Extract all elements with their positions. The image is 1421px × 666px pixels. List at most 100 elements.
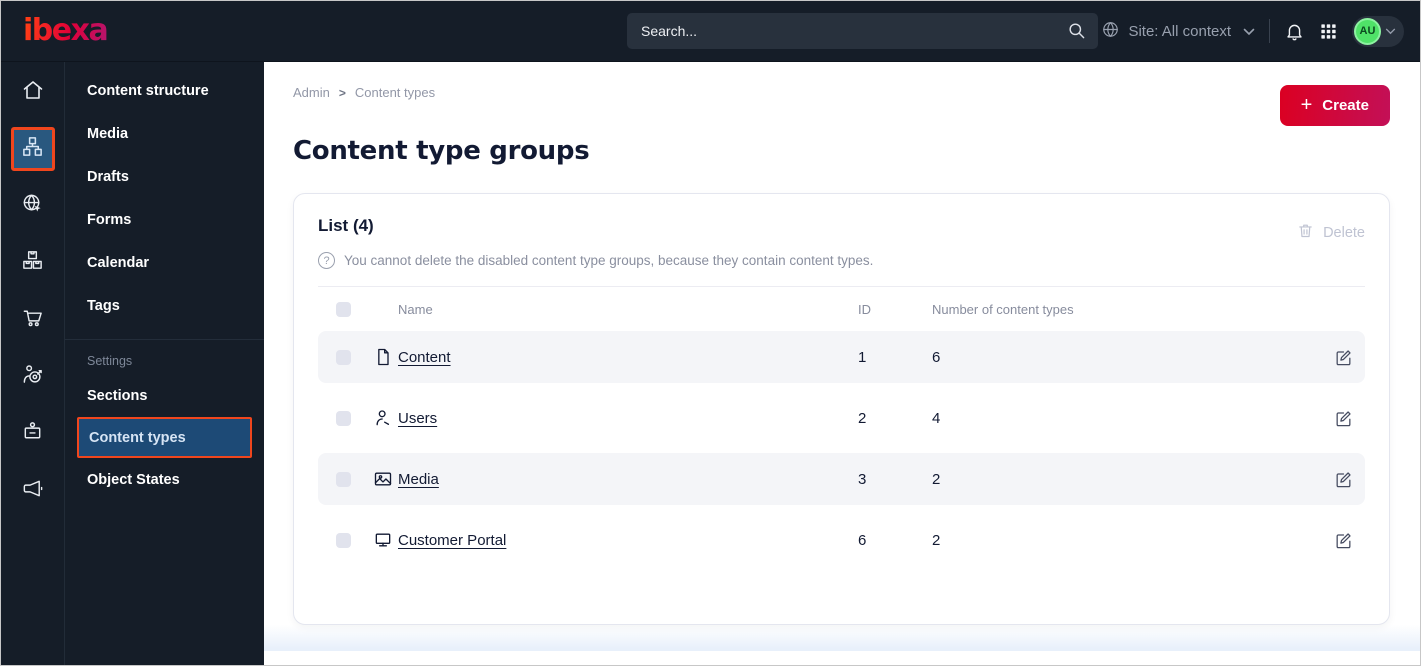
rail-item-admin[interactable]	[11, 412, 55, 456]
rail-item-site[interactable]	[11, 184, 55, 228]
sidebar-item-object-states[interactable]: Object States	[65, 458, 264, 501]
rail-item-dashboard[interactable]	[11, 70, 55, 114]
sidebar-item-label: Forms	[87, 211, 132, 228]
plus-icon: +	[1300, 93, 1313, 116]
breadcrumb-admin[interactable]: Admin	[293, 85, 330, 100]
home-icon	[21, 78, 45, 107]
group-name-link[interactable]: Customer Portal	[398, 532, 506, 549]
sidebar-item-label: Content types	[89, 429, 186, 446]
create-button-label: Create	[1322, 97, 1369, 114]
table-row: Users 2 4	[318, 392, 1365, 444]
group-id-cell: 3	[858, 470, 867, 488]
edit-button[interactable]	[1334, 409, 1353, 428]
topbar-actions: Site: All context AU	[1101, 15, 1404, 47]
file-icon	[368, 347, 398, 367]
content-sidebar: Content structure Media Drafts Forms Cal…	[65, 62, 264, 665]
sidebar-item-forms[interactable]: Forms	[65, 198, 264, 241]
site-context-selector[interactable]: Site: All context	[1101, 20, 1255, 43]
group-id-cell: 2	[858, 409, 867, 427]
edit-button[interactable]	[1334, 348, 1353, 367]
apps-grid-icon[interactable]	[1319, 22, 1338, 41]
group-name-link[interactable]: Users	[398, 410, 437, 427]
sidebar-item-label: Media	[87, 125, 129, 142]
admin-badge-icon	[21, 420, 44, 448]
breadcrumb-content-types[interactable]: Content types	[355, 85, 435, 100]
image-icon	[368, 469, 398, 489]
column-header-count: Number of content types	[932, 301, 1074, 317]
rail-item-commerce[interactable]	[11, 298, 55, 342]
table-row: Content 1 6	[318, 331, 1365, 383]
column-header-name: Name	[398, 301, 433, 317]
commerce-cart-icon	[21, 306, 44, 334]
question-circle-icon: ?	[318, 252, 335, 269]
row-checkbox[interactable]	[335, 471, 351, 487]
top-bar: ibexa Site: All context	[1, 1, 1420, 62]
notifications-bell-icon[interactable]	[1284, 21, 1305, 42]
sidebar-item-label: Drafts	[87, 168, 129, 185]
breadcrumb-separator: >	[338, 85, 346, 100]
delete-button-label: Delete	[1323, 224, 1365, 241]
rail-item-content[interactable]	[10, 127, 55, 171]
group-id-cell: 6	[858, 531, 867, 549]
site-globe-icon	[21, 192, 44, 220]
create-button[interactable]: + Create	[1279, 85, 1390, 126]
monitor-icon	[368, 530, 398, 550]
global-search	[627, 13, 1098, 49]
page-bottom-fade	[264, 625, 1420, 651]
select-all-checkbox[interactable]	[335, 301, 351, 317]
sidebar-item-content-types[interactable]: Content types	[77, 417, 252, 458]
group-count-cell: 6	[932, 348, 941, 366]
row-checkbox[interactable]	[335, 410, 351, 426]
content-type-groups-card: List (4) Delete ? You cannot delete the …	[293, 193, 1390, 625]
group-name-link[interactable]: Content	[398, 349, 451, 366]
rail-item-products[interactable]	[11, 241, 55, 285]
row-checkbox[interactable]	[335, 349, 351, 365]
group-count-cell: 2	[932, 470, 941, 488]
sidebar-section-settings: Settings	[87, 354, 133, 368]
rail-item-campaign[interactable]	[11, 469, 55, 513]
sidebar-item-calendar[interactable]: Calendar	[65, 241, 264, 284]
sidebar-item-drafts[interactable]: Drafts	[65, 155, 264, 198]
sidebar-item-tags[interactable]: Tags	[65, 284, 264, 327]
row-checkbox[interactable]	[335, 532, 351, 548]
campaign-megaphone-icon	[21, 477, 44, 505]
sidebar-item-content-structure[interactable]: Content structure	[65, 69, 264, 112]
search-input[interactable]	[627, 13, 1098, 49]
user-avatar: AU	[1354, 17, 1381, 45]
table-row: Customer Portal 6 2	[318, 514, 1365, 566]
column-header-id: ID	[858, 301, 871, 317]
rail-item-personalization[interactable]	[11, 355, 55, 399]
chevron-down-icon	[1385, 22, 1396, 40]
group-count-cell: 2	[932, 531, 941, 549]
sidebar-item-label: Calendar	[87, 254, 150, 271]
user-icon	[368, 408, 398, 428]
user-menu[interactable]: AU	[1352, 15, 1404, 47]
breadcrumb: Admin > Content types	[293, 85, 1390, 100]
sidebar-item-media[interactable]: Media	[65, 112, 264, 155]
page-title: Content type groups	[293, 136, 590, 166]
chevron-down-icon	[1243, 23, 1255, 40]
sidebar-item-label: Content structure	[87, 82, 209, 99]
edit-button[interactable]	[1334, 470, 1353, 489]
group-name-link[interactable]: Media	[398, 471, 439, 488]
group-count-cell: 4	[932, 409, 941, 427]
info-message: ? You cannot delete the disabled content…	[318, 252, 1365, 269]
table-row: Media 3 2	[318, 453, 1365, 505]
globe-icon	[1101, 20, 1120, 43]
sidebar-item-label: Sections	[87, 387, 148, 404]
site-context-label: Site: All context	[1128, 22, 1231, 40]
sidebar-item-label: Tags	[87, 297, 120, 314]
list-title: List (4)	[318, 216, 374, 235]
delete-button[interactable]: Delete	[1297, 222, 1365, 243]
search-icon	[1067, 21, 1086, 45]
main-nav-rail	[1, 62, 65, 665]
edit-button[interactable]	[1334, 531, 1353, 550]
product-catalog-icon	[21, 249, 44, 277]
personalization-target-icon	[21, 363, 44, 391]
sidebar-item-sections[interactable]: Sections	[65, 374, 264, 417]
table-header: Name ID Number of content types	[318, 287, 1365, 331]
app-window: ibexa Site: All context	[0, 0, 1421, 666]
topbar-divider	[1269, 19, 1270, 43]
table-body: Content 1 6 Users 2 4 Media 3 2 Customer…	[318, 331, 1365, 566]
info-text: You cannot delete the disabled content t…	[344, 253, 874, 268]
